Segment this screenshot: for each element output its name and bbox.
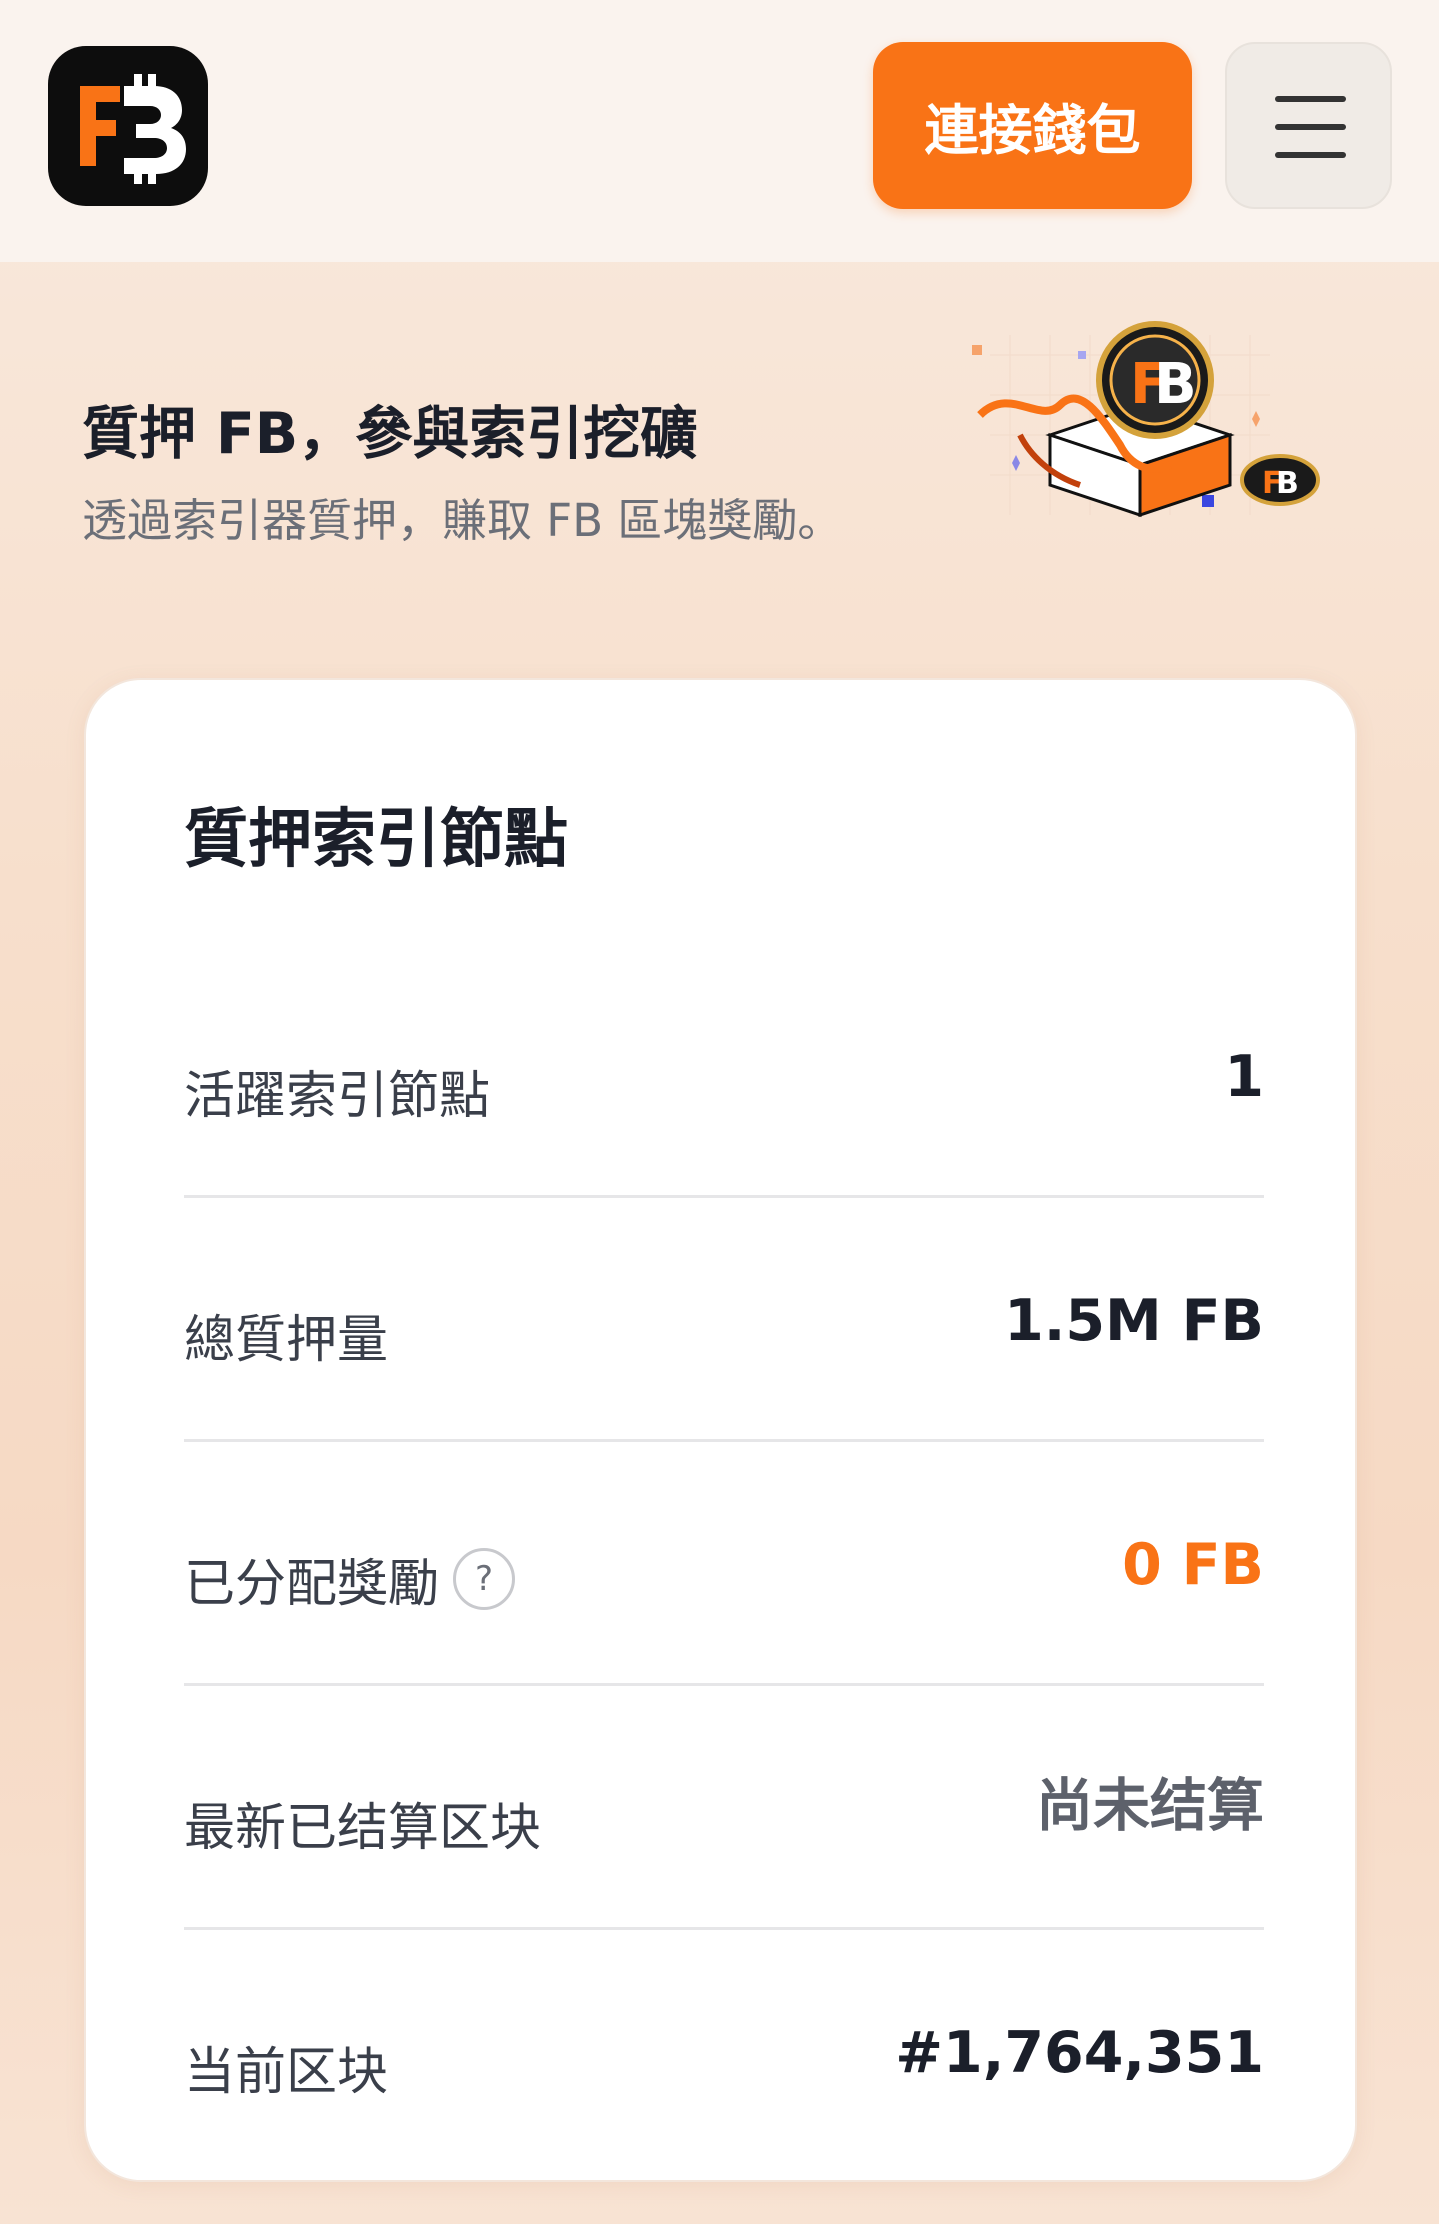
stat-label-wrap: 已分配獎勵 ? [184,1542,516,1616]
stat-label: 当前区块 [184,2043,389,2102]
menu-button[interactable] [1225,42,1392,209]
stat-value: #1,764,351 [895,2020,1264,2086]
connect-wallet-button[interactable]: 連接錢包 [873,42,1192,209]
top-header: 連接錢包 [0,0,1439,262]
hero-subtitle: 透過索引器質押，賺取 FB 區塊獎勵。 [82,494,843,547]
coin-gift-illustration: F B F B [950,315,1340,560]
stat-row-active-nodes: 活躍索引節點 1 [184,954,1264,1198]
help-icon[interactable]: ? [453,1548,516,1610]
stat-row-latest-settled-block: 最新已结算区块 尚未结算 [184,1686,1264,1930]
fb-logo-icon[interactable] [48,46,208,206]
stat-value: 1 [1224,1044,1264,1110]
svg-text:B: B [1276,466,1299,501]
card-title: 質押索引節點 [184,803,568,877]
stat-label: 總質押量 [184,1311,389,1370]
stat-value: 1.5M FB [1004,1288,1264,1354]
stat-row-current-block: 当前区块 #1,764,351 [184,1930,1264,2174]
stat-label: 活躍索引節點 [184,1067,491,1126]
stat-value: 0 FB [1122,1532,1264,1598]
menu-icon-bar [1275,152,1346,158]
staking-stats-card: 質押索引節點 活躍索引節點 1 總質押量 1.5M FB 已分配獎勵 ? 0 F… [84,678,1357,2182]
menu-icon-bar [1275,124,1346,130]
hero-title: 質押 FB，參與索引挖礦 [82,401,698,467]
svg-text:B: B [1154,352,1197,417]
stat-label: 最新已结算区块 [184,1799,542,1858]
stat-row-distributed-rewards: 已分配獎勵 ? 0 FB [184,1442,1264,1686]
stat-label: 已分配獎勵 [184,1555,440,1614]
stat-row-total-staked: 總質押量 1.5M FB [184,1198,1264,1442]
menu-icon-bar [1275,96,1346,102]
stat-value: 尚未结算 [1036,1773,1264,1839]
